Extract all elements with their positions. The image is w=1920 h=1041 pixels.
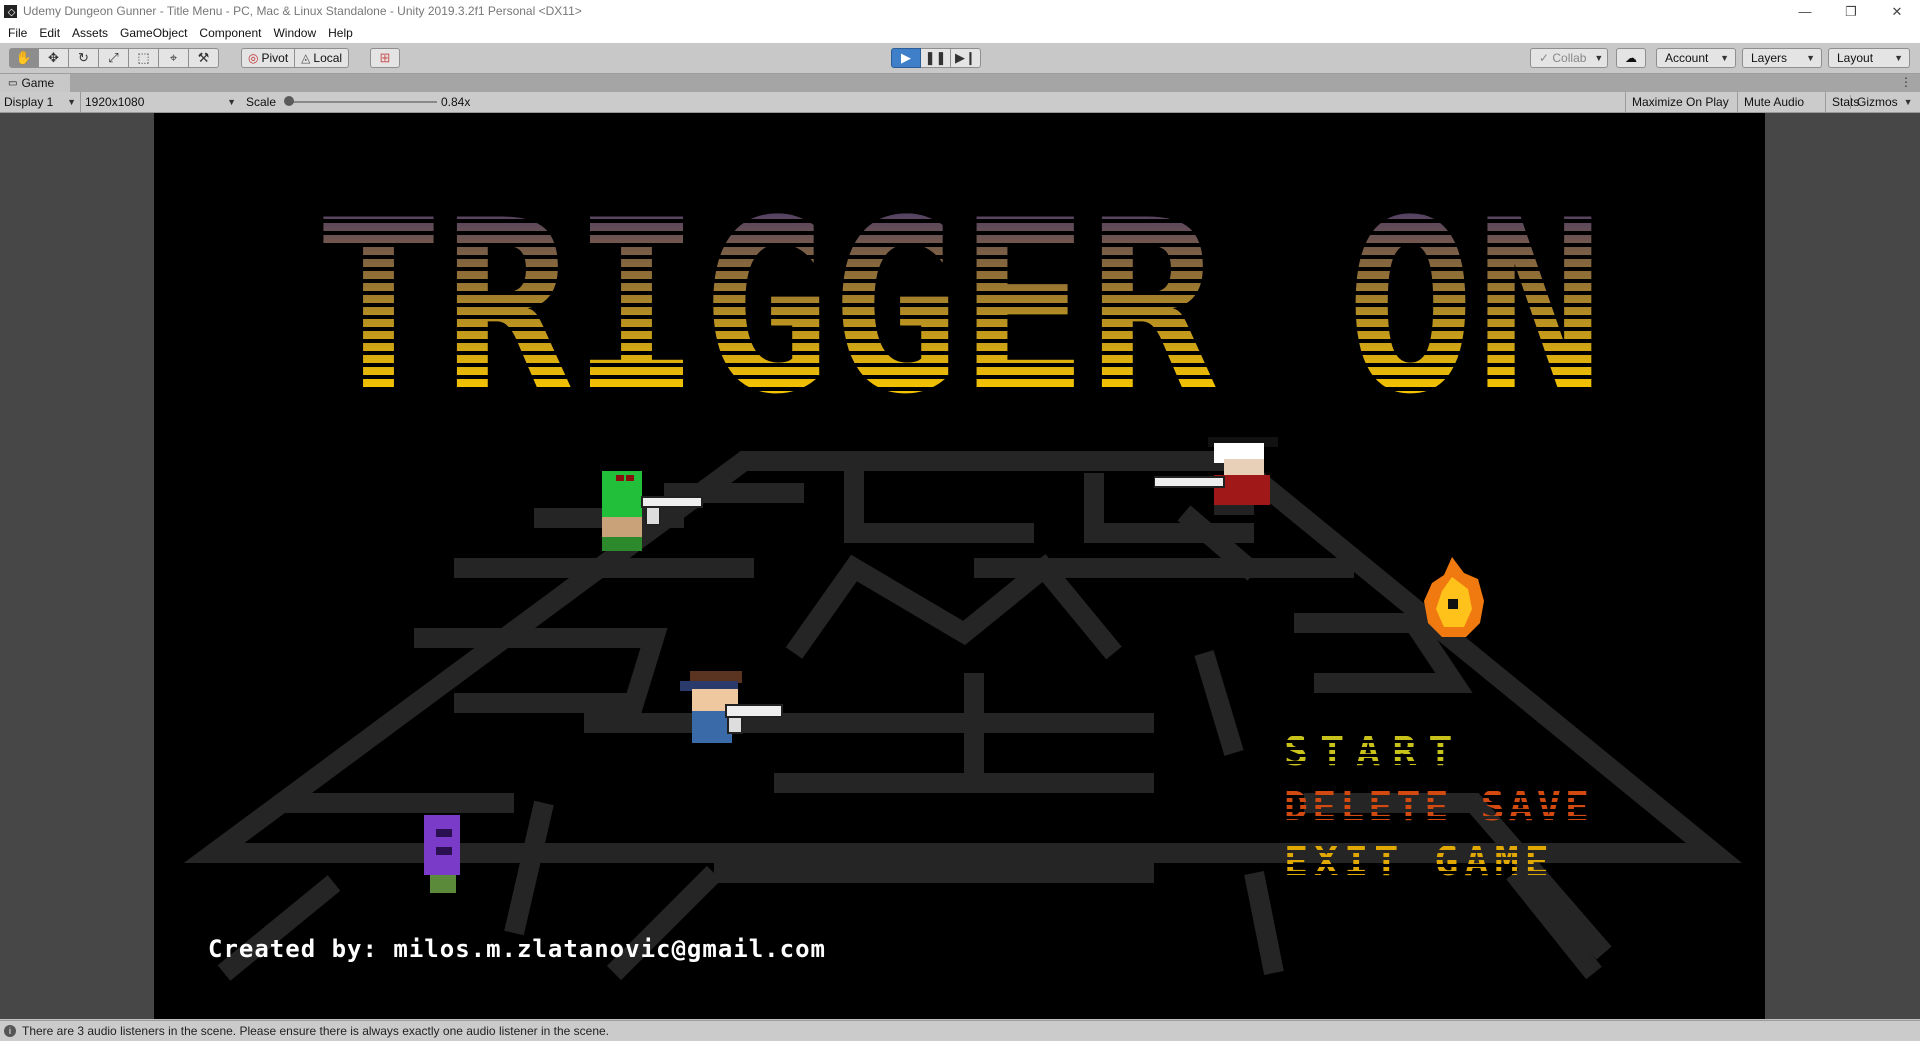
local-icon: ◬ bbox=[301, 51, 311, 65]
bandit-gunner-sprite bbox=[1154, 437, 1278, 515]
game-viewport[interactable]: TRIGGER ON START DELETE SAVE EXIT GAME C… bbox=[154, 113, 1765, 1019]
display-label: Display 1 bbox=[4, 95, 54, 109]
chevron-down-icon: ▼ bbox=[227, 97, 236, 107]
snap-group: ⊞ bbox=[370, 48, 400, 68]
window-title: Udemy Dungeon Gunner - Title Menu - PC, … bbox=[23, 4, 582, 18]
check-icon: ✓ bbox=[1539, 51, 1553, 65]
status-message[interactable]: There are 3 audio listeners in the scene… bbox=[22, 1024, 609, 1038]
rotate-icon[interactable]: ↻ bbox=[69, 48, 99, 68]
game-title: TRIGGER ON bbox=[314, 170, 1604, 447]
resolution-label: 1920x1080 bbox=[85, 95, 145, 109]
display-dropdown[interactable]: Display 1 ▼ bbox=[4, 92, 80, 112]
pivot-button[interactable]: ◎ Pivot bbox=[241, 48, 296, 68]
info-icon: i bbox=[4, 1025, 16, 1037]
menu-component[interactable]: Component bbox=[193, 26, 267, 40]
layout-dropdown[interactable]: Layout ▼ bbox=[1828, 48, 1910, 68]
game-controller-icon: ▭ bbox=[8, 77, 18, 89]
rect-icon[interactable]: ⬚ bbox=[129, 48, 159, 68]
resolution-dropdown[interactable]: 1920x1080 ▼ bbox=[80, 92, 240, 112]
credits-text: Created by: milos.m.zlatanovic@gmail.com bbox=[208, 935, 826, 963]
cloud-icon: ☁ bbox=[1625, 51, 1637, 65]
restore-icon[interactable]: ❐ bbox=[1828, 0, 1874, 23]
playback-controls: ▶ ❚❚ ▶❙ bbox=[891, 48, 981, 68]
menu-edit[interactable]: Edit bbox=[33, 26, 66, 40]
kebab-menu-icon[interactable]: ⋮ bbox=[1900, 75, 1912, 89]
delete-save-button[interactable]: DELETE SAVE bbox=[1284, 784, 1593, 830]
tab-row: ▭ Game ⋮ bbox=[0, 74, 1920, 92]
custom-tool-icon[interactable]: ⚒ bbox=[189, 48, 219, 68]
menu-assets[interactable]: Assets bbox=[66, 26, 114, 40]
chevron-down-icon: ▼ bbox=[1903, 97, 1913, 107]
scale-label: Scale bbox=[246, 95, 277, 109]
chevron-down-icon: ▼ bbox=[1806, 53, 1815, 63]
gizmos-dropdown[interactable]: Gizmos ▼ bbox=[1850, 92, 1919, 112]
pause-icon[interactable]: ❚❚ bbox=[921, 48, 951, 68]
game-view-toolbar: Display 1 ▼ 1920x1080 ▼ Scale 0.84x Maxi… bbox=[0, 92, 1920, 113]
grid-snap-icon[interactable]: ⊞ bbox=[370, 48, 400, 68]
menu-gameobject[interactable]: GameObject bbox=[114, 26, 193, 40]
maximize-on-play-toggle[interactable]: Maximize On Play bbox=[1625, 92, 1735, 112]
gizmos-label: Gizmos bbox=[1850, 95, 1898, 109]
cloud-button[interactable]: ☁ bbox=[1616, 48, 1646, 68]
move-icon[interactable]: ✥ bbox=[39, 48, 69, 68]
menu-help[interactable]: Help bbox=[322, 26, 359, 40]
status-bar: i There are 3 audio listeners in the sce… bbox=[0, 1020, 1920, 1041]
main-toolbar: ✋ ✥ ↻ ⤢ ⬚ ⌖ ⚒ ◎ Pivot ◬ Local ⊞ ▶ ❚❚ ▶❙ … bbox=[0, 43, 1920, 74]
layers-label: Layers bbox=[1751, 51, 1788, 65]
scale-slider-thumb[interactable] bbox=[284, 96, 294, 106]
close-icon[interactable]: ✕ bbox=[1874, 0, 1920, 23]
chevron-down-icon: ▼ bbox=[1720, 53, 1729, 63]
layers-dropdown[interactable]: Layers ▼ bbox=[1742, 48, 1822, 68]
exit-game-button[interactable]: EXIT GAME bbox=[1284, 839, 1555, 885]
menu-window[interactable]: Window bbox=[267, 26, 322, 40]
window-titlebar: Udemy Dungeon Gunner - Title Menu - PC, … bbox=[0, 0, 1920, 23]
account-label: Account bbox=[1665, 51, 1709, 65]
scale-value: 0.84x bbox=[441, 95, 471, 109]
play-icon[interactable]: ▶ bbox=[891, 48, 921, 68]
tab-game-label: Game bbox=[21, 76, 55, 90]
scale-icon[interactable]: ⤢ bbox=[99, 48, 129, 68]
transform-tools: ✋ ✥ ↻ ⤢ ⬚ ⌖ ⚒ bbox=[9, 48, 219, 68]
fire-elemental-sprite bbox=[1424, 557, 1484, 637]
chevron-down-icon: ▼ bbox=[1594, 53, 1604, 63]
unity-logo-icon bbox=[4, 5, 17, 18]
collab-dropdown[interactable]: ✓ Collab ▼ bbox=[1530, 48, 1608, 68]
collab-label: ✓ Collab bbox=[1539, 51, 1587, 65]
hand-icon[interactable]: ✋ bbox=[9, 48, 39, 68]
start-button[interactable]: START bbox=[1284, 729, 1464, 775]
soldier-gunner-sprite bbox=[680, 671, 783, 743]
step-icon[interactable]: ▶❙ bbox=[951, 48, 981, 68]
local-label: Local bbox=[313, 51, 343, 65]
purple-ghost-sprite bbox=[424, 815, 460, 893]
pivot-label: Pivot bbox=[261, 51, 289, 65]
local-button[interactable]: ◬ Local bbox=[295, 48, 350, 68]
scale-slider-track[interactable] bbox=[292, 101, 437, 103]
mute-audio-toggle[interactable]: Mute Audio bbox=[1737, 92, 1810, 112]
chevron-down-icon: ▼ bbox=[1894, 53, 1903, 63]
game-view: TRIGGER ON START DELETE SAVE EXIT GAME C… bbox=[0, 113, 1920, 1019]
account-dropdown[interactable]: Account ▼ bbox=[1656, 48, 1736, 68]
menu-bar: File Edit Assets GameObject Component Wi… bbox=[0, 23, 1920, 43]
chevron-down-icon: ▼ bbox=[67, 97, 76, 107]
pivot-icon: ◎ bbox=[248, 51, 259, 65]
minimize-icon[interactable]: — bbox=[1782, 0, 1828, 23]
layout-label: Layout bbox=[1837, 51, 1874, 65]
green-gunner-sprite bbox=[602, 471, 703, 551]
tab-game[interactable]: ▭ Game bbox=[0, 74, 70, 92]
menu-file[interactable]: File bbox=[2, 26, 33, 40]
pivot-group: ◎ Pivot ◬ Local bbox=[241, 48, 350, 68]
transform-icon[interactable]: ⌖ bbox=[159, 48, 189, 68]
